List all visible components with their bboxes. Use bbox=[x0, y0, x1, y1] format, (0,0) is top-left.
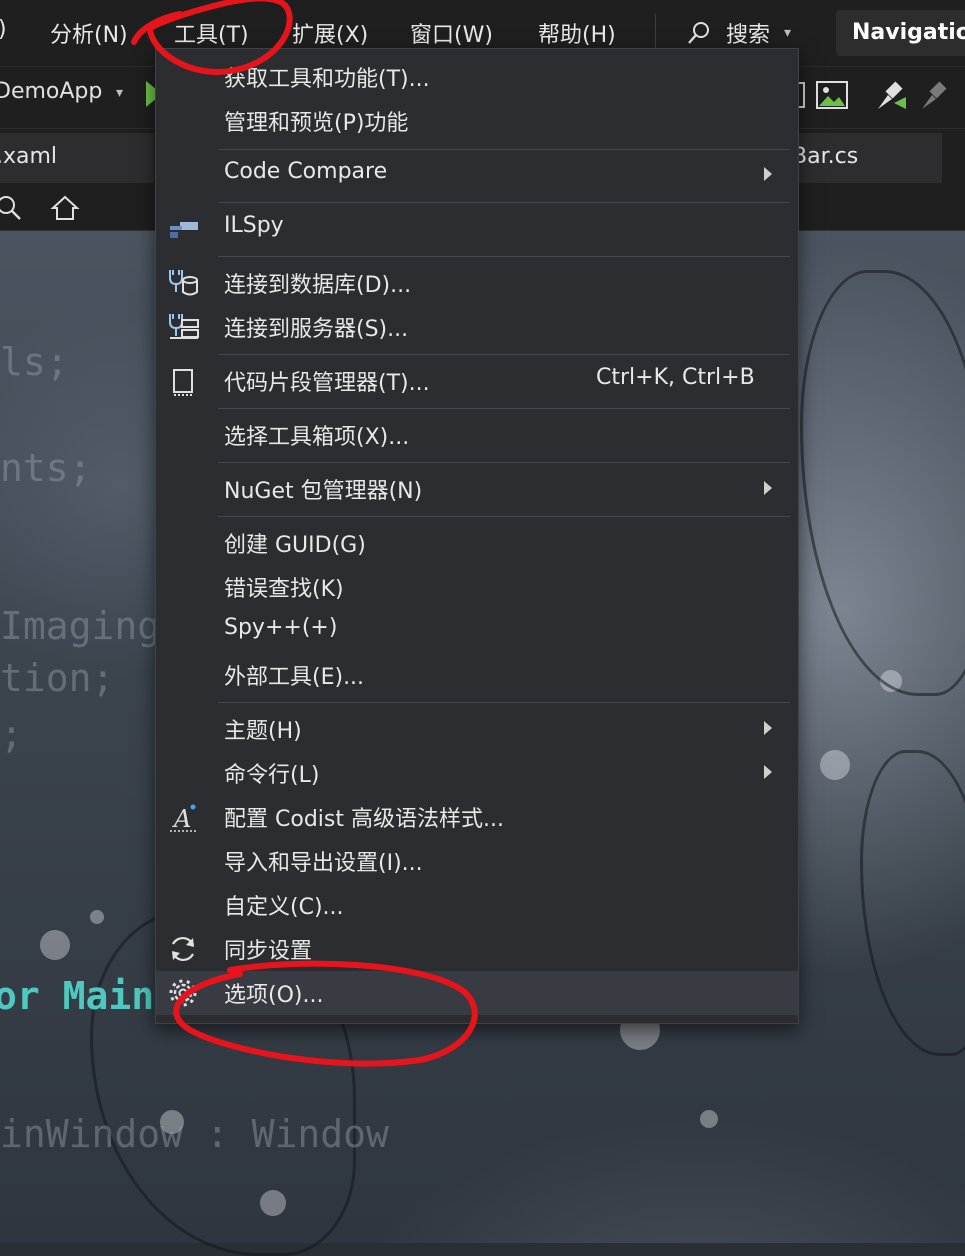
menu-item-external-tools[interactable]: 外部工具(E)... bbox=[156, 653, 798, 697]
menu-item-error-lookup[interactable]: 错误查找(K) bbox=[156, 565, 798, 609]
menu-separator bbox=[655, 14, 656, 50]
tools-dropdown-menu: 获取工具和功能(T)... 管理和预览(P)功能 Code Compare IL… bbox=[155, 48, 799, 1024]
build-icon[interactable] bbox=[872, 77, 908, 113]
submenu-arrow-icon bbox=[764, 481, 772, 495]
menu-item-label: 导入和导出设置(I)... bbox=[224, 851, 423, 876]
server-connect-icon bbox=[169, 314, 199, 339]
menu-item-manage-preview[interactable]: 管理和预览(P)功能 bbox=[156, 99, 798, 143]
text-style-icon: A bbox=[170, 804, 196, 833]
search-icon bbox=[688, 22, 709, 44]
code-line: ls; bbox=[0, 340, 69, 384]
search-label: 搜索 bbox=[726, 23, 771, 48]
navigation-box[interactable]: Navigatio bbox=[836, 10, 965, 56]
menu-item-theme[interactable]: 主题(H) bbox=[156, 707, 798, 751]
menu-item-label: 获取工具和功能(T)... bbox=[224, 67, 430, 92]
menu-separator bbox=[218, 256, 790, 257]
code-line: inWindow : Window bbox=[0, 1112, 389, 1156]
menu-item-ilspy[interactable]: ILSpy bbox=[156, 207, 798, 251]
menu-item-label: 管理和预览(P)功能 bbox=[224, 111, 409, 136]
sync-icon bbox=[171, 936, 195, 962]
menu-separator bbox=[218, 462, 790, 463]
image-icon[interactable] bbox=[814, 77, 850, 113]
menu-item-label: 选择工具箱项(X)... bbox=[224, 425, 410, 450]
tab-label: .xaml bbox=[0, 144, 58, 169]
menu-item-label: 连接到服务器(S)... bbox=[224, 317, 409, 342]
bokeh-dot bbox=[40, 930, 70, 960]
tab-xaml[interactable]: .xaml bbox=[0, 133, 154, 183]
menu-item-window[interactable]: 窗口(W) bbox=[410, 17, 493, 49]
menu-item-command-line[interactable]: 命令行(L) bbox=[156, 751, 798, 795]
menu-item-codist-styles[interactable]: A 配置 Codist 高级语法样式... bbox=[156, 795, 798, 839]
database-connect-icon bbox=[169, 270, 198, 296]
menu-item-label: 创建 GUID(G) bbox=[224, 533, 366, 558]
code-line: Imaging bbox=[0, 604, 161, 648]
home-icon[interactable] bbox=[50, 194, 80, 222]
snippet-icon bbox=[173, 369, 193, 396]
wallpaper-hair-shape bbox=[860, 750, 965, 1056]
code-line: tion; bbox=[0, 656, 115, 700]
menu-item-snippet-manager[interactable]: 代码片段管理器(T)... Ctrl+K, Ctrl+B bbox=[156, 359, 798, 403]
menu-item-code-compare[interactable]: Code Compare bbox=[156, 153, 798, 197]
menu-item-partial[interactable]: ) bbox=[0, 17, 7, 42]
chevron-down-icon: ▾ bbox=[784, 25, 792, 41]
menu-item-extensions[interactable]: 扩展(X) bbox=[292, 17, 368, 49]
menu-separator bbox=[218, 202, 790, 203]
menu-item-options[interactable]: 选项(O)... bbox=[156, 971, 798, 1015]
bokeh-dot bbox=[90, 910, 104, 924]
menu-item-connect-database[interactable]: 连接到数据库(D)... bbox=[156, 261, 798, 305]
menu-item-connect-server[interactable]: 连接到服务器(S)... bbox=[156, 305, 798, 349]
menu-item-label: 选项(O)... bbox=[224, 983, 324, 1008]
tab-bar-cs[interactable]: Bar.cs bbox=[792, 133, 942, 183]
menu-separator bbox=[218, 408, 790, 409]
gear-icon bbox=[169, 979, 197, 1007]
menu-item-choose-toolbox[interactable]: 选择工具箱项(X)... bbox=[156, 413, 798, 457]
menu-item-analyze[interactable]: 分析(N) bbox=[50, 17, 128, 49]
startup-project-select[interactable]: DemoApp bbox=[0, 79, 102, 104]
menu-item-label: 错误查找(K) bbox=[224, 577, 344, 602]
bokeh-dot bbox=[700, 1110, 718, 1128]
ilspy-icon bbox=[170, 222, 198, 238]
menu-item-label: ILSpy bbox=[224, 213, 284, 238]
menu-item-label: 连接到数据库(D)... bbox=[224, 273, 412, 298]
menu-item-label: 同步设置 bbox=[224, 939, 313, 964]
menu-item-label: 外部工具(E)... bbox=[224, 665, 365, 690]
submenu-arrow-icon bbox=[764, 167, 772, 181]
submenu-arrow-icon bbox=[764, 721, 772, 735]
menu-item-label: 配置 Codist 高级语法样式... bbox=[224, 807, 504, 832]
menu-separator bbox=[218, 354, 790, 355]
menu-item-tools[interactable]: 工具(T) bbox=[174, 17, 249, 49]
search-button[interactable]: 搜索 ▾ bbox=[686, 16, 791, 50]
menu-item-label: 主题(H) bbox=[224, 719, 302, 744]
submenu-arrow-icon bbox=[764, 765, 772, 779]
tab-label: Bar.cs bbox=[792, 144, 859, 169]
menu-item-label: 代码片段管理器(T)... bbox=[224, 371, 430, 396]
menu-item-spy[interactable]: Spy++(+) bbox=[156, 609, 798, 653]
code-line: nts; bbox=[0, 446, 92, 490]
menu-item-get-tools[interactable]: 获取工具和功能(T)... bbox=[156, 55, 798, 99]
code-line-class-decl: or Main bbox=[0, 974, 155, 1018]
menu-item-create-guid[interactable]: 创建 GUID(G) bbox=[156, 521, 798, 565]
menu-item-label: 自定义(C)... bbox=[224, 895, 344, 920]
chevron-down-icon[interactable]: ▾ bbox=[116, 85, 123, 101]
menu-separator bbox=[218, 702, 790, 703]
menu-item-help[interactable]: 帮助(H) bbox=[538, 17, 616, 49]
menu-separator bbox=[218, 516, 790, 517]
navigation-label: Navigatio bbox=[852, 20, 965, 45]
menu-item-label: Code Compare bbox=[224, 159, 388, 184]
menu-item-import-export[interactable]: 导入和导出设置(I)... bbox=[156, 839, 798, 883]
menu-item-label: NuGet 包管理器(N) bbox=[224, 479, 423, 504]
menu-item-customize[interactable]: 自定义(C)... bbox=[156, 883, 798, 927]
bokeh-dot bbox=[820, 750, 850, 780]
rebuild-icon[interactable] bbox=[916, 77, 952, 113]
menu-item-shortcut: Ctrl+K, Ctrl+B bbox=[596, 365, 755, 390]
menu-separator bbox=[218, 149, 790, 150]
menu-item-nuget[interactable]: NuGet 包管理器(N) bbox=[156, 467, 798, 511]
menu-item-label: 命令行(L) bbox=[224, 763, 320, 788]
menu-item-label: Spy++(+) bbox=[224, 615, 338, 640]
code-line: ; bbox=[0, 712, 23, 756]
menu-item-sync-settings[interactable]: 同步设置 bbox=[156, 927, 798, 971]
search-icon[interactable] bbox=[0, 194, 24, 222]
wallpaper-hair-shape bbox=[800, 270, 965, 696]
svg-text:A: A bbox=[172, 805, 191, 833]
